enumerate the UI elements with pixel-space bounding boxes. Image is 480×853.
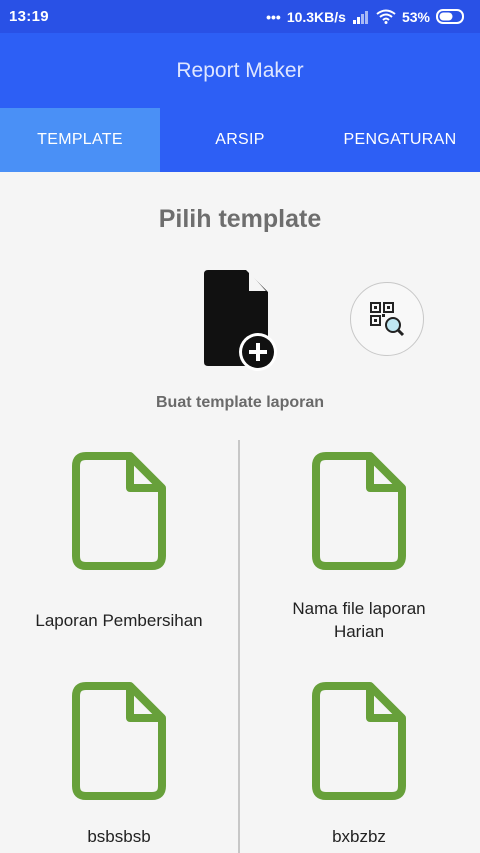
status-icons: ••• 10.3KB/s 53% [266,9,466,25]
document-icon [72,452,166,570]
document-icon [312,682,406,800]
new-template-label: Buat template laporan [155,394,325,411]
template-card[interactable]: bxbzbz [240,682,478,853]
network-speed: 10.3KB/s [286,8,346,25]
tab-template[interactable]: TEMPLATE [0,108,160,172]
battery-percent: 53% [401,8,430,25]
app-bar: Report Maker TEMPLATE ARSIP PENGATURAN [0,33,480,172]
new-template-button[interactable] [202,268,280,372]
tab-bar: TEMPLATE ARSIP PENGATURAN [0,108,480,172]
battery-icon [436,9,466,24]
signal-icon [352,10,370,24]
template-label: bxbzbz [332,827,386,846]
wifi-icon [376,9,396,24]
template-label: Nama file laporan Harian [292,599,426,641]
app-title: Report Maker [176,59,304,82]
template-label: Laporan Pembersihan [35,611,203,630]
status-time: 13:19 [9,8,49,25]
template-card[interactable]: Laporan Pembersihan [0,452,238,642]
document-icon [312,452,406,570]
tab-arsip[interactable]: ARSIP [160,108,320,172]
template-screen: Pilih template Buat template laporan Lap… [0,172,480,853]
template-label: bsbsbsb [87,827,151,846]
template-card[interactable]: bsbsbsb [0,682,238,853]
tab-pengaturan[interactable]: PENGATURAN [320,108,480,172]
qr-scan-button[interactable] [350,282,424,356]
qr-search-icon [370,302,405,337]
file-add-icon [204,270,277,371]
status-bar: 13:19 ••• 10.3KB/s 53% [0,0,480,33]
more-dots-icon: ••• [266,8,281,25]
page-title: Pilih template [158,205,322,233]
template-card[interactable]: Nama file laporan Harian [240,452,478,642]
document-icon [72,682,166,800]
